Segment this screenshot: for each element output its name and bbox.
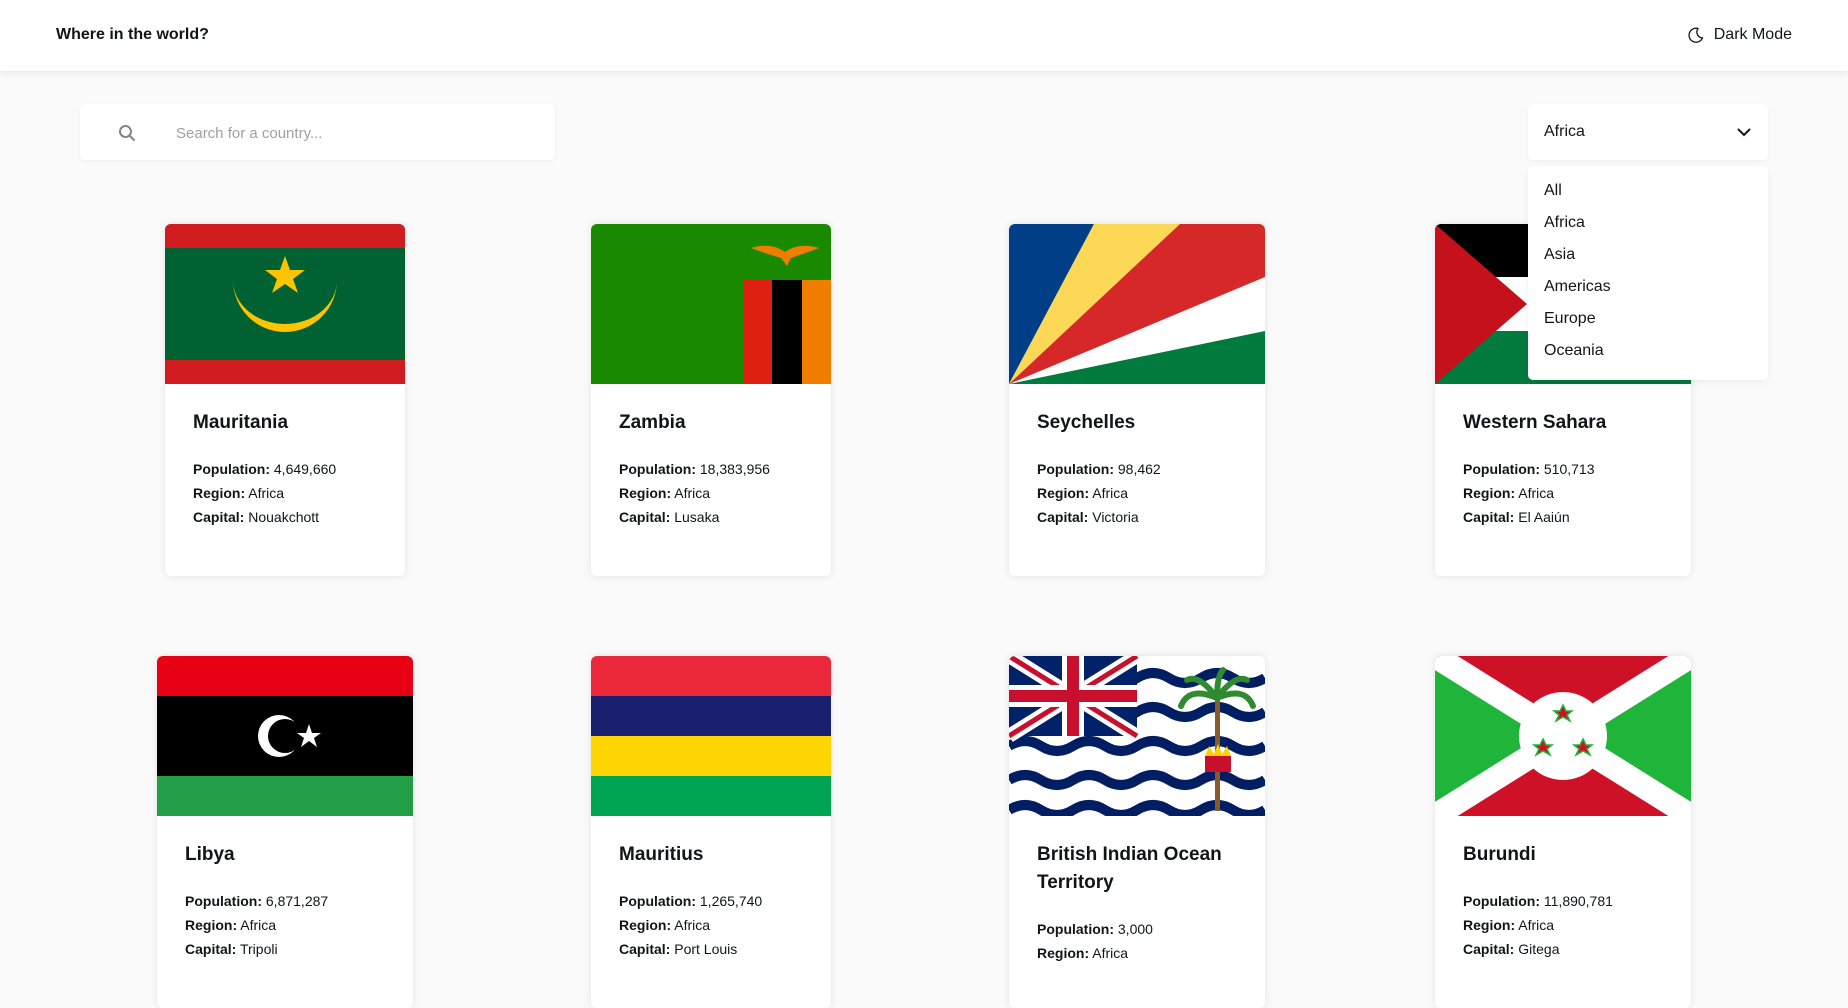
country-population: Population: 98,462	[1037, 461, 1161, 477]
country-capital: Capital: Victoria	[1037, 509, 1139, 525]
country-capital: Capital: El Aaiún	[1463, 509, 1570, 525]
country-name: Mauritania	[193, 412, 289, 433]
country-card[interactable]: Burundi Population: 11,890,781 Region: A…	[1435, 656, 1691, 1008]
country-card[interactable]: British Indian Ocean Territory Populatio…	[1009, 656, 1265, 1008]
country-region: Region: Africa	[193, 485, 285, 501]
search-box[interactable]	[80, 104, 555, 162]
country-capital: Capital: Gitega	[1463, 941, 1560, 957]
country-card[interactable]: Libya Population: 6,871,287 Region: Afri…	[157, 656, 413, 1008]
dark-mode-label: Dark Mode	[1713, 26, 1792, 43]
country-population: Population: 510,713	[1463, 461, 1595, 477]
country-name: Burundi	[1463, 844, 1536, 865]
country-name: Libya	[185, 844, 235, 865]
country-region: Region: Africa	[1463, 917, 1555, 933]
app-title: Where in the world?	[56, 26, 209, 43]
country-region: Region: Africa	[185, 917, 277, 933]
region-dropdown-menu: All Africa Asia Americas Europe Oceania	[1528, 166, 1768, 380]
region-option-africa[interactable]: Africa	[1544, 214, 1585, 232]
country-card[interactable]: Mauritania Population: 4,649,660 Region:…	[165, 224, 405, 576]
region-option-oceania[interactable]: Oceania	[1544, 342, 1604, 360]
country-name: Western Sahara	[1463, 412, 1607, 433]
country-card[interactable]: Zambia Population: 18,383,956 Region: Af…	[591, 224, 831, 576]
country-capital: Capital: Lusaka	[619, 509, 720, 525]
country-region: Region: Africa	[1463, 485, 1555, 501]
british-indian-ocean-territory-flag	[1009, 656, 1265, 816]
country-population: Population: 18,383,956	[619, 461, 770, 477]
country-region: Region: Africa	[1037, 485, 1129, 501]
country-region: Region: Africa	[1037, 945, 1129, 961]
country-capital: Capital: Tripoli	[185, 941, 278, 957]
country-population: Population: 6,871,287	[185, 893, 329, 909]
country-name: Seychelles	[1037, 412, 1136, 433]
zambia-flag	[591, 224, 831, 384]
moon-icon	[1688, 27, 1704, 43]
region-option-all[interactable]: All	[1544, 182, 1562, 200]
country-capital: Capital: Port Louis	[619, 941, 738, 957]
country-capital: Capital: Nouakchott	[193, 509, 320, 525]
country-name: British Indian Ocean Territory	[1037, 844, 1222, 893]
country-name: Zambia	[619, 412, 686, 433]
dark-mode-toggle[interactable]: Dark Mode	[1688, 26, 1792, 44]
country-name: Mauritius	[619, 844, 704, 865]
search-icon	[119, 125, 135, 141]
country-card[interactable]: Seychelles Population: 98,462 Region: Af…	[1009, 224, 1265, 576]
chevron-down-icon	[1737, 128, 1751, 137]
search-input[interactable]	[174, 104, 538, 162]
region-option-americas[interactable]: Americas	[1544, 278, 1611, 296]
region-filter-select[interactable]: Africa	[1528, 104, 1768, 160]
country-population: Population: 1,265,740	[619, 893, 763, 909]
mauritius-flag	[591, 656, 831, 816]
libya-flag	[157, 656, 413, 816]
country-region: Region: Africa	[619, 485, 711, 501]
header: Where in the world? Dark Mode	[0, 0, 1848, 71]
country-population: Population: 11,890,781	[1463, 893, 1613, 909]
country-region: Region: Africa	[619, 917, 711, 933]
region-filter-value: Africa	[1544, 123, 1585, 140]
country-card[interactable]: Mauritius Population: 1,265,740 Region: …	[591, 656, 831, 1008]
burundi-flag	[1435, 656, 1691, 816]
country-population: Population: 3,000	[1037, 921, 1153, 937]
mauritania-flag	[165, 224, 405, 384]
region-option-asia[interactable]: Asia	[1544, 246, 1575, 264]
country-population: Population: 4,649,660	[193, 461, 337, 477]
seychelles-flag	[1009, 224, 1265, 384]
region-option-europe[interactable]: Europe	[1544, 310, 1596, 328]
